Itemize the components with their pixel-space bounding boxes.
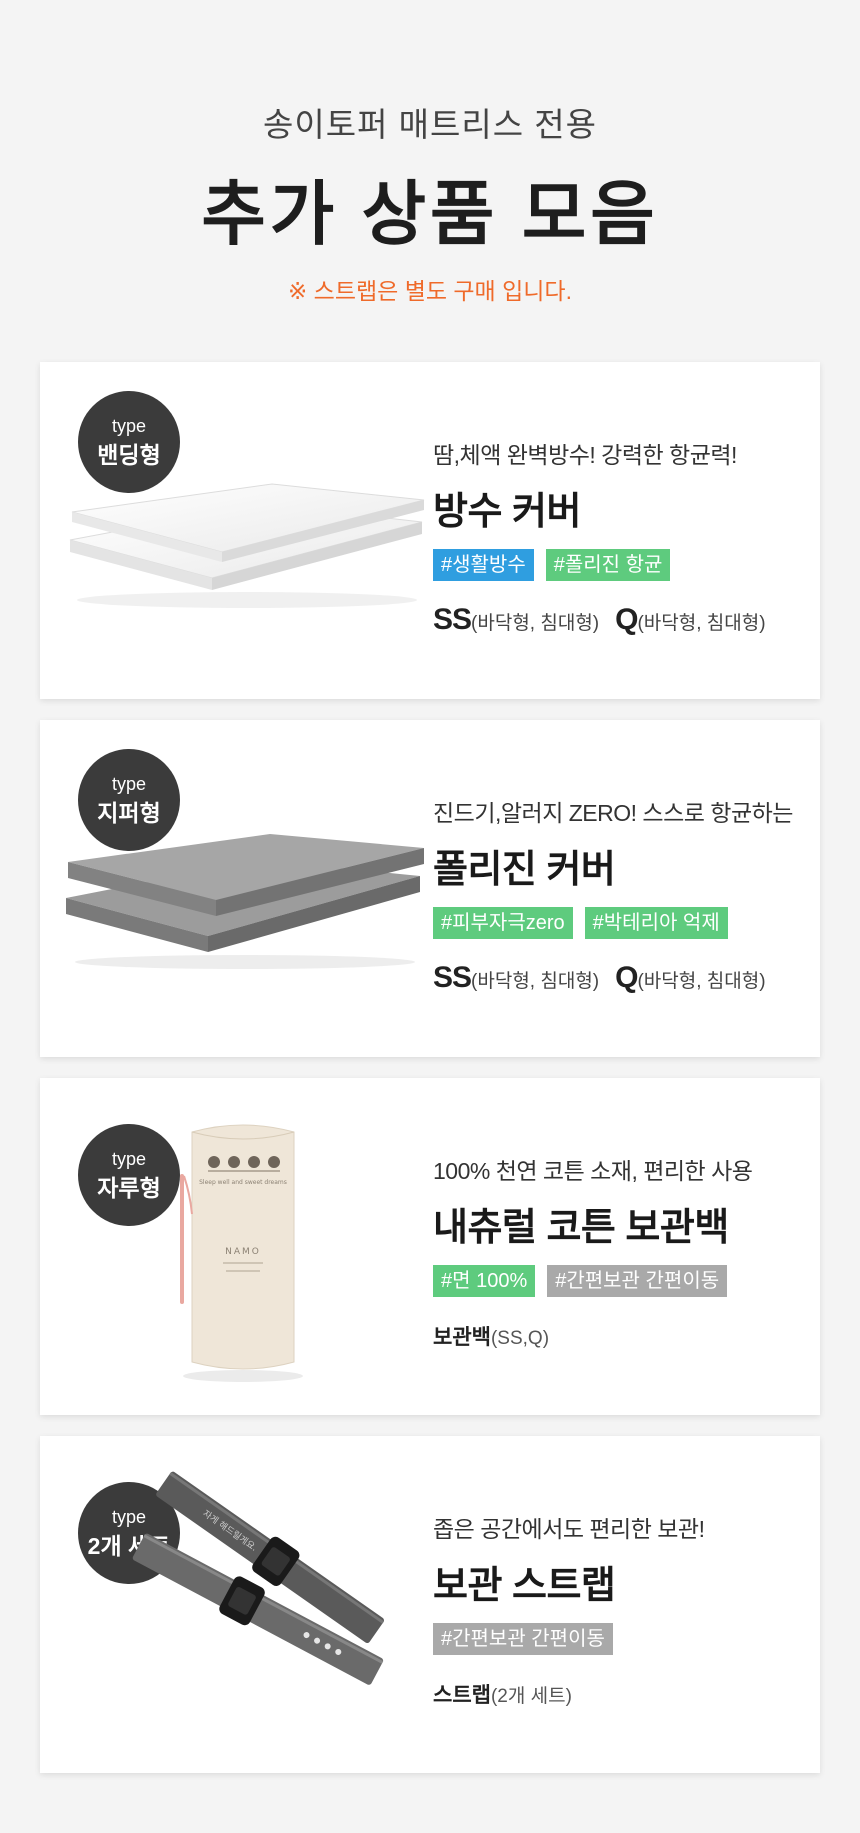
product-info: 땀,체액 완벽방수! 강력한 항균력! 방수 커버 #생활방수 #폴리진 항균 … [433,436,813,637]
badge-type-name: 밴딩형 [97,442,161,468]
size-note: (바닥형, 침대형) [471,971,600,992]
badge-type-label: type [111,1149,147,1169]
product-tagline: 좁은 공간에서도 편리한 보관! [433,1516,705,1542]
product-tagline: 진드기,알러지 ZERO! 스스로 항균하는 [433,800,793,826]
size-label: Q [615,603,638,636]
hashtag[interactable]: #폴리진 항균 [545,549,671,581]
product-info: 좁은 공간에서도 편리한 보관! 보관 스트랩 #간편보관 간편이동 스트랩(2… [433,1510,813,1709]
size-note: (바닥형, 침대형) [637,971,766,992]
product-tagline: 100% 천연 코튼 소재, 편리한 사용 [433,1158,753,1184]
hashtag[interactable]: #간편보관 간편이동 [433,1623,613,1655]
hashtag[interactable]: #간편보관 간편이동 [547,1265,728,1297]
detail-label: 보관백 [433,1326,491,1349]
badge-type-name: 자루형 [97,1175,161,1201]
bag-logo-text: NAMO [225,1247,261,1257]
detail-note: (SS,Q) [490,1328,550,1349]
size-options: SS(바닥형, 침대형) Q(바닥형, 침대형) [433,603,813,637]
gray-mattress-cover-image [66,834,424,969]
bag-print-text: Sleep well and sweet dreams [199,1179,287,1186]
product-tagline: 땀,체액 완벽방수! 강력한 항균력! [433,442,737,468]
product-name: 보관 스트랩 [433,1565,616,1607]
size-label: SS [433,961,472,994]
product-detail: 스트랩(2개 세트) [433,1679,813,1709]
product-name: 방수 커버 [433,491,581,533]
cotton-storage-bag-image: Sleep well and sweet dreams NAMO [180,1124,303,1382]
badge-type-label: type [111,416,147,436]
tag-list: #생활방수 #폴리진 항균 [433,549,813,581]
product-info: 진드기,알러지 ZERO! 스스로 항균하는 폴리진 커버 #피부자극zero … [433,794,813,995]
product-info: 100% 천연 코튼 소재, 편리한 사용 내츄럴 코튼 보관백 #면 100%… [433,1152,813,1351]
hashtag[interactable]: #면 100% [433,1265,536,1297]
hashtag[interactable]: #생활방수 [433,549,534,581]
page-subtitle: 송이토퍼 매트리스 전용 [263,106,597,143]
tag-list: #간편보관 간편이동 [433,1623,813,1655]
size-note: (바닥형, 침대형) [637,613,766,634]
product-detail: 보관백(SS,Q) [433,1321,813,1351]
product-name: 폴리진 커버 [433,849,616,891]
hashtag[interactable]: #피부자극zero [433,907,573,939]
tag-list: #면 100% #간편보관 간편이동 [433,1265,813,1297]
notice-text: ※ 스트랩은 별도 구매 입니다. [288,278,572,304]
size-note: (바닥형, 침대형) [471,613,600,634]
badge-type-label: type [111,774,147,794]
tag-list: #피부자극zero #박테리아 억제 [433,907,813,939]
product-card-cotton-bag[interactable]: type 자루형 Sleep well and sweet dreams NAM… [40,1078,820,1415]
size-label: SS [433,603,472,636]
detail-label: 스트랩 [433,1684,491,1707]
hashtag[interactable]: #박테리아 억제 [584,907,728,939]
page-title: 추가 상품 모음 [201,175,659,253]
size-label: Q [615,961,638,994]
detail-note: (2개 세트) [490,1686,572,1707]
white-mattress-cover-image [69,483,425,608]
size-options: SS(바닥형, 침대형) Q(바닥형, 침대형) [433,961,813,995]
badge-type-name: 지퍼형 [97,800,161,826]
type-badge: type 밴딩형 [78,391,180,493]
product-name: 내츄럴 코튼 보관백 [433,1207,729,1249]
product-card-polygene-cover[interactable]: type 지퍼형 진드기,알러지 ZERO! 스스로 항균하는 폴리진 커버 #… [40,720,820,1057]
product-card-storage-strap[interactable]: type 2개 세트 자게 해드릴게요. 좁은 공간에서도 편리한 보관! 보관… [40,1436,820,1773]
type-badge: type 자루형 [78,1124,180,1226]
product-card-waterproof-cover[interactable]: type 밴딩형 땀,체액 완벽방수! 강력한 항균력! 방수 커버 #생활방수… [40,362,820,699]
storage-strap-image: 자게 해드릴게요. [132,1471,385,1685]
